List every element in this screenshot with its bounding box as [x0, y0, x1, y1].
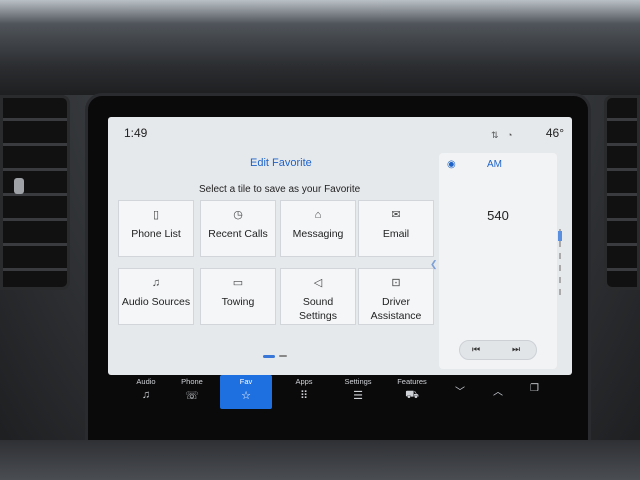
car-icon: ⛟ — [405, 389, 419, 401]
tile-label: Messaging — [292, 228, 344, 240]
envelope-icon: ✉ — [391, 209, 401, 221]
nav-features[interactable]: Features ⛟ — [386, 375, 438, 409]
phone-list-icon: ▯ — [152, 209, 160, 221]
tile-label: Towing — [221, 296, 255, 308]
star-icon: ☆ — [241, 390, 251, 402]
left-vent-knob[interactable] — [14, 178, 24, 194]
trailer-icon: ▭ — [232, 277, 244, 289]
tile-email[interactable]: ✉ Email — [358, 200, 434, 257]
radio-frequency: 540 — [487, 208, 509, 223]
chevron-up-icon[interactable]: ︿ — [493, 383, 503, 398]
apps-grid-icon: ⠿ — [299, 390, 309, 402]
nav-fav[interactable]: Fav ☆ — [220, 375, 272, 409]
nav-label: Fav — [239, 377, 253, 386]
tile-label-line2: Settings — [299, 310, 337, 322]
phone-icon: ☏ — [185, 390, 199, 402]
outside-temperature: 46° — [545, 126, 564, 140]
nav-label: Phone — [181, 377, 203, 386]
clock: 1:49 — [124, 126, 148, 140]
dashboard-lower-trim — [0, 440, 640, 480]
clock-icon: ◷ — [233, 209, 243, 221]
chat-bubbles-icon: ⌂ — [314, 209, 322, 221]
page-subtitle: Select a tile to save as your Favorite — [199, 184, 361, 195]
seek-back-icon[interactable]: ⏮ — [472, 344, 480, 355]
nav-label: Audio — [136, 377, 156, 386]
right-air-vent — [604, 95, 640, 290]
tile-label-line2: Assistance — [370, 310, 422, 322]
radio-band: AM — [487, 159, 502, 170]
chevron-left-icon[interactable]: ❮ — [430, 259, 438, 270]
nav-label: Settings — [344, 377, 372, 386]
page-title: Edit Favorite — [250, 157, 312, 169]
tile-label-line1: Driver — [382, 296, 410, 308]
tile-label-line1: Sound — [302, 296, 334, 308]
chevron-down-icon[interactable]: ﹀ — [455, 383, 465, 398]
sliders-icon: ☰ — [353, 390, 363, 402]
tile-recent-calls[interactable]: ◷ Recent Calls — [200, 200, 276, 257]
tile-label: Audio Sources — [121, 296, 191, 308]
tile-audio-sources[interactable]: ♫ Audio Sources — [118, 268, 194, 325]
page-dot[interactable] — [279, 355, 287, 357]
scrollbar-thumb[interactable] — [558, 231, 562, 241]
speaker-icon: ◁ — [313, 277, 323, 289]
connectivity-icons: ⇅ ◔ — [491, 130, 516, 140]
tile-towing[interactable]: ▭ Towing — [200, 268, 276, 325]
nav-label: Features — [397, 377, 427, 386]
tile-sound-settings[interactable]: ◁ Sound Settings — [280, 268, 356, 325]
left-air-vent — [0, 95, 70, 290]
nav-label: Apps — [295, 377, 313, 386]
tile-label: Phone List — [131, 228, 181, 240]
nav-phone[interactable]: Phone ☏ — [166, 375, 218, 409]
nav-apps[interactable]: Apps ⠿ — [278, 375, 330, 409]
dashboard-top — [0, 0, 640, 95]
tile-phone-list[interactable]: ▯ Phone List — [118, 200, 194, 257]
radio-seek-controls: ⏮ ⏭ — [459, 340, 537, 360]
music-note-icon: ♫ — [141, 389, 151, 401]
bottom-nav: Audio ♫ Phone ☏ Fav ☆ Apps ⠿ Settings ☰ … — [120, 375, 560, 411]
page-dot-active — [263, 355, 275, 358]
tile-label: Recent Calls — [208, 228, 268, 240]
driver-assist-icon: ⊡ — [391, 277, 401, 289]
tile-driver-assistance[interactable]: ⊡ Driver Assistance — [358, 268, 434, 325]
seek-forward-icon[interactable]: ⏭ — [512, 344, 520, 355]
nav-settings[interactable]: Settings ☰ — [332, 375, 384, 409]
tile-label: Email — [382, 228, 410, 240]
radio-panel[interactable]: ◉ AM 540 ⏮ ⏭ — [439, 153, 557, 369]
copy-icon[interactable]: ❐ — [530, 383, 539, 394]
touchscreen: 1:49 ⇅ ◔ 46° Edit Favorite Select a tile… — [108, 117, 572, 375]
audio-sources-icon: ♫ — [151, 277, 161, 289]
tile-messaging[interactable]: ⌂ Messaging — [280, 200, 356, 257]
nav-audio[interactable]: Audio ♫ — [120, 375, 172, 409]
broadcast-icon: ◉ — [447, 159, 456, 170]
